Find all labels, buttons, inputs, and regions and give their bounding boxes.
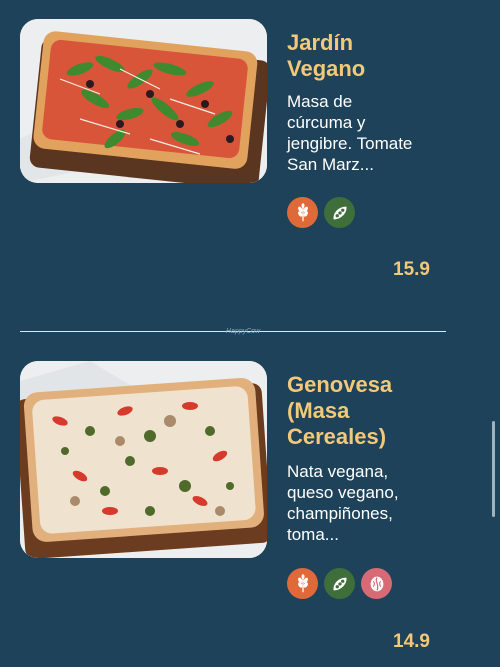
dietary-icons	[287, 197, 355, 228]
pizza-photo-jardin-vegano[interactable]	[20, 19, 267, 183]
nut-icon	[361, 568, 392, 599]
item-price: 14.9	[393, 631, 430, 652]
item-price: 15.9	[393, 259, 430, 280]
wheat-icon	[287, 568, 318, 599]
scrollbar[interactable]	[492, 421, 495, 517]
pea-pod-icon	[324, 197, 355, 228]
pizza-photo-genovesa[interactable]	[20, 361, 267, 558]
item-title[interactable]: Genovesa (Masa Cereales)	[287, 372, 487, 450]
item-description: Nata vegana, queso vegano, champiñones, …	[287, 462, 399, 544]
item-description: Masa de cúrcuma y jengibre. Tomate San M…	[287, 92, 413, 174]
pea-pod-icon	[324, 568, 355, 599]
dietary-icons	[287, 568, 392, 599]
item-title[interactable]: Jardín Vegano	[287, 30, 487, 82]
watermark: HappyCow	[226, 328, 261, 335]
wheat-icon	[287, 197, 318, 228]
